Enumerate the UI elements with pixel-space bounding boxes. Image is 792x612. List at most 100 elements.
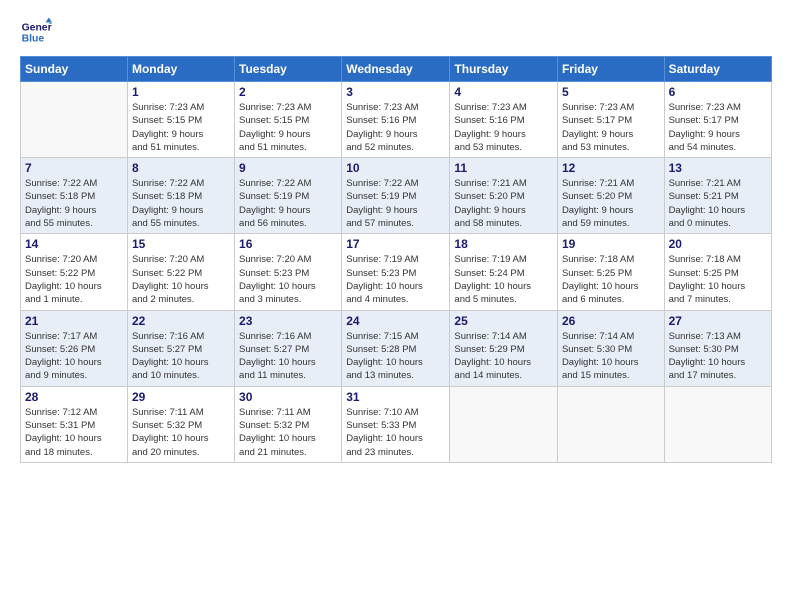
day-number: 12 <box>562 161 660 175</box>
calendar-cell: 6 Sunrise: 7:23 AM Sunset: 5:17 PM Daylig… <box>664 82 771 158</box>
calendar-header-friday: Friday <box>557 57 664 82</box>
calendar-cell: 7Sunrise: 7:22 AM Sunset: 5:18 PM Daylig… <box>21 158 128 234</box>
day-detail: Sunrise: 7:22 AM Sunset: 5:18 PM Dayligh… <box>132 177 230 230</box>
calendar-table: SundayMondayTuesdayWednesdayThursdayFrid… <box>20 56 772 463</box>
day-number: 18 <box>454 237 553 251</box>
calendar-cell: 9Sunrise: 7:22 AM Sunset: 5:19 PM Daylig… <box>235 158 342 234</box>
day-number: 15 <box>132 237 230 251</box>
day-detail: Sunrise: 7:23 AM Sunset: 5:15 PM Dayligh… <box>132 101 230 154</box>
day-detail: Sunrise: 7:11 AM Sunset: 5:32 PM Dayligh… <box>132 406 230 459</box>
day-number: 17 <box>346 237 445 251</box>
day-number: 29 <box>132 390 230 404</box>
calendar-cell: 2 Sunrise: 7:23 AM Sunset: 5:15 PM Daylig… <box>235 82 342 158</box>
day-detail: Sunrise: 7:18 AM Sunset: 5:25 PM Dayligh… <box>669 253 767 306</box>
day-number: 1 <box>132 85 230 99</box>
logo-icon: General Blue <box>20 16 52 48</box>
day-number: 8 <box>132 161 230 175</box>
calendar-week-row: 21 Sunrise: 7:17 AM Sunset: 5:26 PM Dayli… <box>21 310 772 386</box>
calendar-cell: 30 Sunrise: 7:11 AM Sunset: 5:32 PM Dayli… <box>235 386 342 462</box>
calendar-cell: 17 Sunrise: 7:19 AM Sunset: 5:23 PM Dayli… <box>342 234 450 310</box>
day-number: 16 <box>239 237 337 251</box>
day-detail: Sunrise: 7:23 AM Sunset: 5:15 PM Dayligh… <box>239 101 337 154</box>
day-detail: Sunrise: 7:17 AM Sunset: 5:26 PM Dayligh… <box>25 330 123 383</box>
calendar-cell: 11 Sunrise: 7:21 AM Sunset: 5:20 PM Dayli… <box>450 158 558 234</box>
calendar-cell: 20Sunrise: 7:18 AM Sunset: 5:25 PM Dayli… <box>664 234 771 310</box>
header: General Blue <box>20 16 772 48</box>
calendar-cell: 3Sunrise: 7:23 AM Sunset: 5:16 PM Daylig… <box>342 82 450 158</box>
calendar-cell: 31 Sunrise: 7:10 AM Sunset: 5:33 PM Dayli… <box>342 386 450 462</box>
calendar-cell: 1 Sunrise: 7:23 AM Sunset: 5:15 PM Daylig… <box>127 82 234 158</box>
calendar-cell: 27 Sunrise: 7:13 AM Sunset: 5:30 PM Dayli… <box>664 310 771 386</box>
day-detail: Sunrise: 7:21 AM Sunset: 5:21 PM Dayligh… <box>669 177 767 230</box>
calendar-cell: 16Sunrise: 7:20 AM Sunset: 5:23 PM Dayli… <box>235 234 342 310</box>
day-number: 23 <box>239 314 337 328</box>
day-number: 22 <box>132 314 230 328</box>
day-number: 4 <box>454 85 553 99</box>
calendar-cell: 24 Sunrise: 7:15 AM Sunset: 5:28 PM Dayli… <box>342 310 450 386</box>
calendar-header-tuesday: Tuesday <box>235 57 342 82</box>
day-number: 27 <box>669 314 767 328</box>
day-detail: Sunrise: 7:19 AM Sunset: 5:24 PM Dayligh… <box>454 253 553 306</box>
day-detail: Sunrise: 7:16 AM Sunset: 5:27 PM Dayligh… <box>132 330 230 383</box>
day-number: 14 <box>25 237 123 251</box>
calendar-week-row: 1 Sunrise: 7:23 AM Sunset: 5:15 PM Daylig… <box>21 82 772 158</box>
calendar-cell: 23Sunrise: 7:16 AM Sunset: 5:27 PM Dayli… <box>235 310 342 386</box>
calendar-cell: 4 Sunrise: 7:23 AM Sunset: 5:16 PM Daylig… <box>450 82 558 158</box>
calendar-cell: 29 Sunrise: 7:11 AM Sunset: 5:32 PM Dayli… <box>127 386 234 462</box>
day-detail: Sunrise: 7:12 AM Sunset: 5:31 PM Dayligh… <box>25 406 123 459</box>
day-detail: Sunrise: 7:18 AM Sunset: 5:25 PM Dayligh… <box>562 253 660 306</box>
calendar-header-thursday: Thursday <box>450 57 558 82</box>
calendar-cell: 25 Sunrise: 7:14 AM Sunset: 5:29 PM Dayli… <box>450 310 558 386</box>
day-detail: Sunrise: 7:22 AM Sunset: 5:18 PM Dayligh… <box>25 177 123 230</box>
day-number: 31 <box>346 390 445 404</box>
day-number: 3 <box>346 85 445 99</box>
svg-text:Blue: Blue <box>22 34 45 45</box>
calendar-cell: 15 Sunrise: 7:20 AM Sunset: 5:22 PM Dayli… <box>127 234 234 310</box>
day-detail: Sunrise: 7:15 AM Sunset: 5:28 PM Dayligh… <box>346 330 445 383</box>
calendar-cell: 28 Sunrise: 7:12 AM Sunset: 5:31 PM Dayli… <box>21 386 128 462</box>
day-detail: Sunrise: 7:23 AM Sunset: 5:17 PM Dayligh… <box>562 101 660 154</box>
day-detail: Sunrise: 7:21 AM Sunset: 5:20 PM Dayligh… <box>562 177 660 230</box>
day-detail: Sunrise: 7:14 AM Sunset: 5:30 PM Dayligh… <box>562 330 660 383</box>
calendar-cell: 10Sunrise: 7:22 AM Sunset: 5:19 PM Dayli… <box>342 158 450 234</box>
day-detail: Sunrise: 7:23 AM Sunset: 5:16 PM Dayligh… <box>454 101 553 154</box>
svg-text:General: General <box>22 22 52 33</box>
day-number: 30 <box>239 390 337 404</box>
day-number: 10 <box>346 161 445 175</box>
day-detail: Sunrise: 7:20 AM Sunset: 5:22 PM Dayligh… <box>132 253 230 306</box>
day-number: 19 <box>562 237 660 251</box>
day-detail: Sunrise: 7:22 AM Sunset: 5:19 PM Dayligh… <box>239 177 337 230</box>
calendar-week-row: 28 Sunrise: 7:12 AM Sunset: 5:31 PM Dayli… <box>21 386 772 462</box>
day-detail: Sunrise: 7:21 AM Sunset: 5:20 PM Dayligh… <box>454 177 553 230</box>
day-detail: Sunrise: 7:11 AM Sunset: 5:32 PM Dayligh… <box>239 406 337 459</box>
calendar-cell: 26Sunrise: 7:14 AM Sunset: 5:30 PM Dayli… <box>557 310 664 386</box>
day-number: 24 <box>346 314 445 328</box>
calendar-cell <box>557 386 664 462</box>
day-number: 13 <box>669 161 767 175</box>
calendar-header-monday: Monday <box>127 57 234 82</box>
calendar-cell: 22 Sunrise: 7:16 AM Sunset: 5:27 PM Dayli… <box>127 310 234 386</box>
day-number: 11 <box>454 161 553 175</box>
day-number: 6 <box>669 85 767 99</box>
calendar-cell: 5Sunrise: 7:23 AM Sunset: 5:17 PM Daylig… <box>557 82 664 158</box>
calendar-week-row: 7Sunrise: 7:22 AM Sunset: 5:18 PM Daylig… <box>21 158 772 234</box>
day-number: 21 <box>25 314 123 328</box>
day-number: 2 <box>239 85 337 99</box>
day-detail: Sunrise: 7:19 AM Sunset: 5:23 PM Dayligh… <box>346 253 445 306</box>
day-detail: Sunrise: 7:13 AM Sunset: 5:30 PM Dayligh… <box>669 330 767 383</box>
day-number: 25 <box>454 314 553 328</box>
day-detail: Sunrise: 7:23 AM Sunset: 5:17 PM Dayligh… <box>669 101 767 154</box>
calendar-header-saturday: Saturday <box>664 57 771 82</box>
day-detail: Sunrise: 7:20 AM Sunset: 5:22 PM Dayligh… <box>25 253 123 306</box>
calendar-cell: 21 Sunrise: 7:17 AM Sunset: 5:26 PM Dayli… <box>21 310 128 386</box>
calendar-header-sunday: Sunday <box>21 57 128 82</box>
day-detail: Sunrise: 7:14 AM Sunset: 5:29 PM Dayligh… <box>454 330 553 383</box>
calendar-header-wednesday: Wednesday <box>342 57 450 82</box>
calendar-cell: 14 Sunrise: 7:20 AM Sunset: 5:22 PM Dayli… <box>21 234 128 310</box>
calendar-cell <box>450 386 558 462</box>
calendar-cell: 8 Sunrise: 7:22 AM Sunset: 5:18 PM Daylig… <box>127 158 234 234</box>
day-detail: Sunrise: 7:10 AM Sunset: 5:33 PM Dayligh… <box>346 406 445 459</box>
day-number: 28 <box>25 390 123 404</box>
calendar-cell: 18 Sunrise: 7:19 AM Sunset: 5:24 PM Dayli… <box>450 234 558 310</box>
calendar-cell: 13 Sunrise: 7:21 AM Sunset: 5:21 PM Dayli… <box>664 158 771 234</box>
